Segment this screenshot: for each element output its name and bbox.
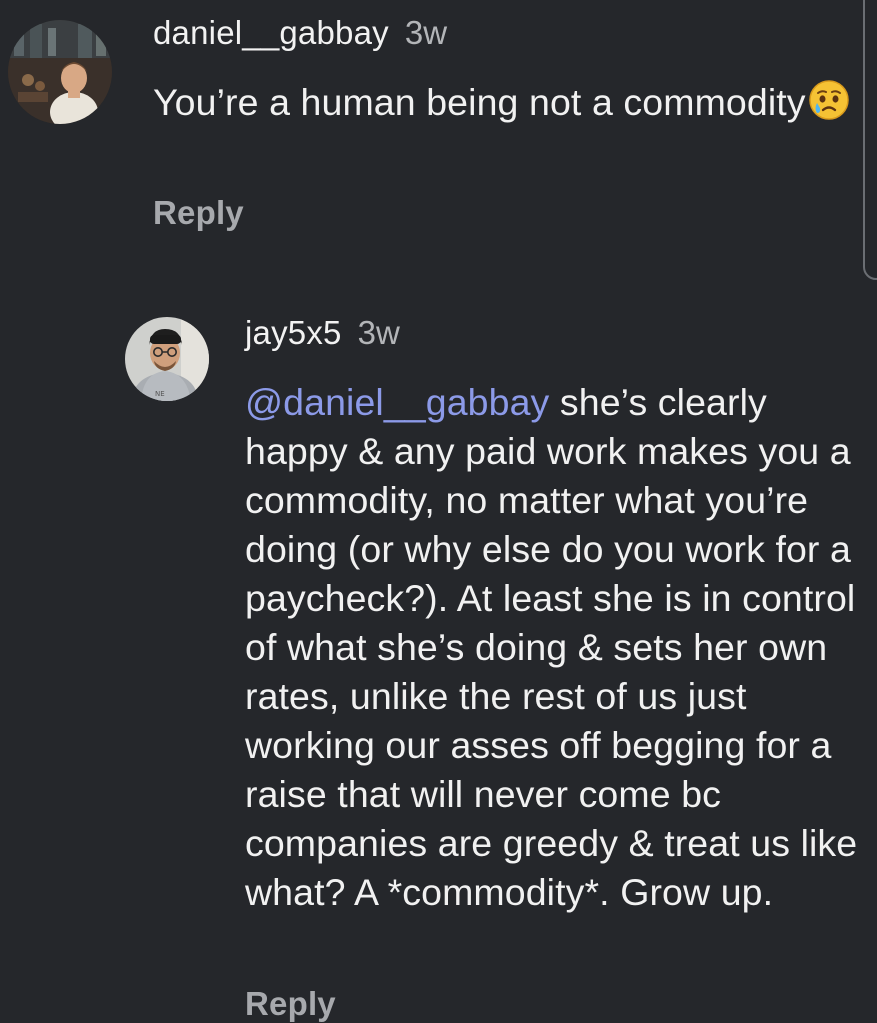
- comment-username[interactable]: daniel__gabbay: [153, 14, 389, 52]
- comment-timestamp: 3w: [357, 314, 400, 351]
- avatar[interactable]: NE: [125, 317, 209, 401]
- comment-timestamp: 3w: [404, 14, 448, 51]
- side-panel-edge: [863, 0, 877, 280]
- mention-link[interactable]: @daniel__gabbay: [245, 381, 549, 423]
- comment-text: You’re a human being not a commodity: [153, 78, 853, 127]
- comment-body: she’s clearly happy & any paid work make…: [245, 381, 858, 913]
- avatar[interactable]: [8, 20, 112, 124]
- reply-button[interactable]: Reply: [153, 194, 244, 232]
- comment-header: daniel__gabbay 3w: [153, 14, 447, 52]
- comment-username[interactable]: jay5x5: [245, 314, 342, 352]
- comment-header: jay5x5 3w: [245, 314, 400, 352]
- svg-text:NE: NE: [155, 390, 165, 398]
- crying-face-emoji-icon: [808, 79, 850, 121]
- reply-button[interactable]: Reply: [245, 985, 336, 1023]
- comment-body: You’re a human being not a commodity: [153, 81, 806, 123]
- comment-text: @daniel__gabbay she’s clearly happy & an…: [245, 378, 877, 917]
